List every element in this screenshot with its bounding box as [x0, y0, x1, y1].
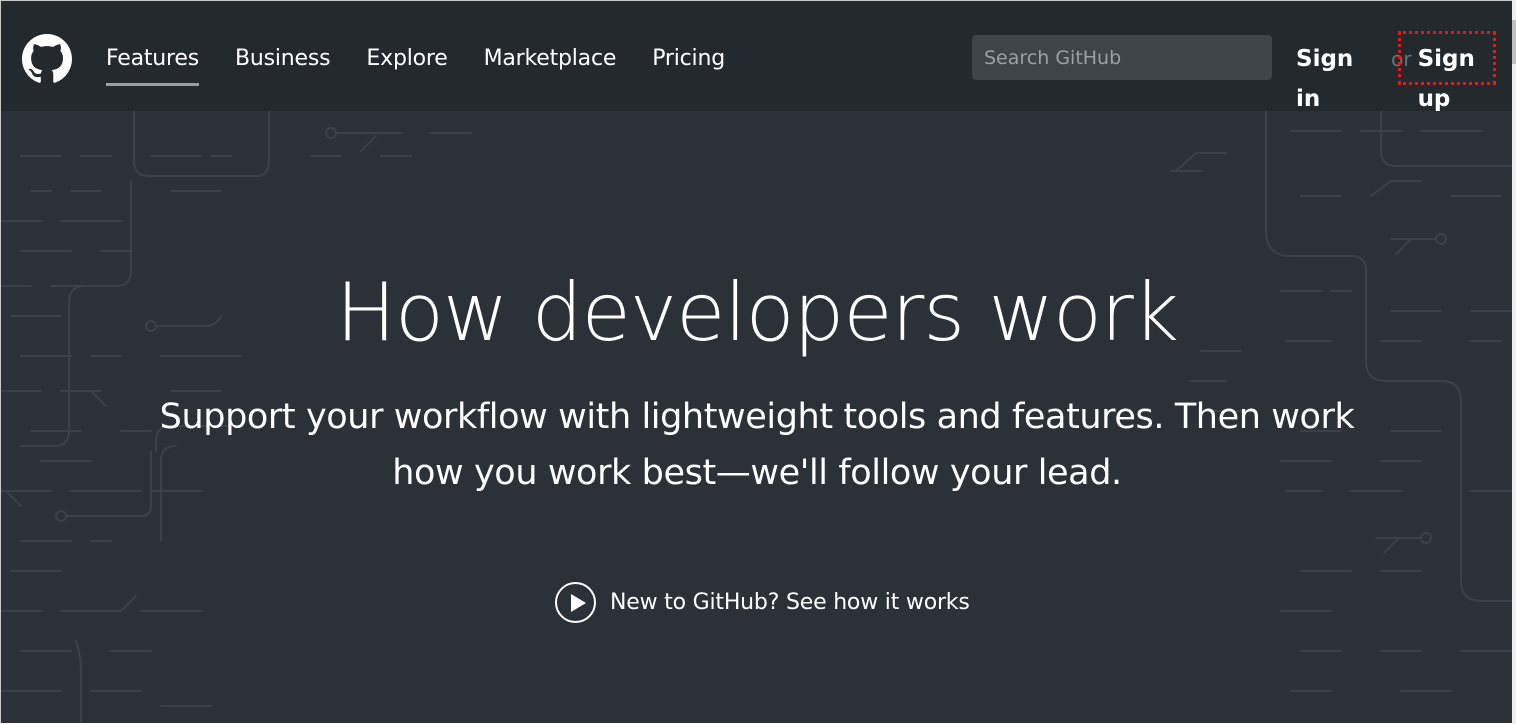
auth-links: Sign in or Sign up: [1296, 39, 1513, 112]
nav-business[interactable]: Business: [235, 39, 331, 79]
github-octocat-icon[interactable]: [22, 34, 72, 84]
see-how-it-works-button[interactable]: New to GitHub? See how it works: [555, 580, 970, 625]
scrollbar-thumb[interactable]: [1512, 20, 1516, 64]
nav-marketplace[interactable]: Marketplace: [484, 39, 617, 79]
browser-viewport: Features Business Explore Marketplace Pr…: [0, 0, 1513, 723]
nav-features[interactable]: Features: [106, 39, 199, 86]
sign-up-link[interactable]: Sign up: [1418, 39, 1513, 112]
cta-label[interactable]: New to GitHub? See how it works: [610, 590, 970, 615]
scrollbar[interactable]: [1512, 0, 1516, 724]
nav-explore[interactable]: Explore: [366, 39, 447, 79]
sign-in-link[interactable]: Sign in: [1296, 39, 1383, 112]
or-separator: or: [1391, 47, 1412, 71]
hero-title: How developers work: [335, 266, 1179, 359]
hero-subtitle: Support your workflow with lightweight t…: [159, 397, 1355, 493]
search-input[interactable]: [972, 35, 1272, 80]
site-header: Features Business Explore Marketplace Pr…: [1, 1, 1513, 112]
main-nav: Features Business Explore Marketplace Pr…: [106, 39, 761, 86]
nav-pricing[interactable]: Pricing: [652, 39, 725, 79]
play-circle-icon[interactable]: [555, 582, 596, 623]
